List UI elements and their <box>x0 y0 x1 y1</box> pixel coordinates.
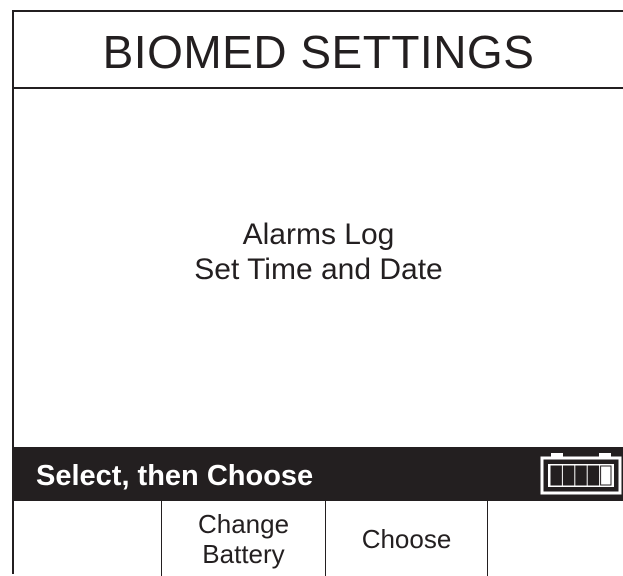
change-battery-button[interactable]: Change Battery <box>162 501 326 576</box>
change-battery-label: Change Battery <box>197 508 290 569</box>
battery-cell <box>575 465 587 486</box>
battery-cell <box>600 465 612 486</box>
softkey-1[interactable] <box>14 501 162 576</box>
battery-cell <box>550 465 562 486</box>
choose-label: Choose <box>361 523 452 554</box>
choose-button[interactable]: Choose <box>326 501 488 576</box>
status-bar: Select, then Choose <box>14 447 623 501</box>
menu-item-alarms-log[interactable]: Alarms Log <box>14 217 623 252</box>
battery-cell <box>587 465 600 486</box>
softkey-4[interactable] <box>488 501 623 576</box>
settings-menu: Alarms Log Set Time and Date <box>14 217 623 287</box>
battery-cell <box>562 465 575 486</box>
title-bar: BIOMED SETTINGS <box>14 12 623 89</box>
device-screen: BIOMED SETTINGS Alarms Log Set Time and … <box>12 10 623 576</box>
battery-icon <box>540 453 622 495</box>
status-prompt: Select, then Choose <box>36 459 314 492</box>
softkey-bar: Change Battery Choose <box>14 501 623 576</box>
menu-item-set-time-and-date[interactable]: Set Time and Date <box>14 252 623 287</box>
page-title: BIOMED SETTINGS <box>102 25 535 78</box>
